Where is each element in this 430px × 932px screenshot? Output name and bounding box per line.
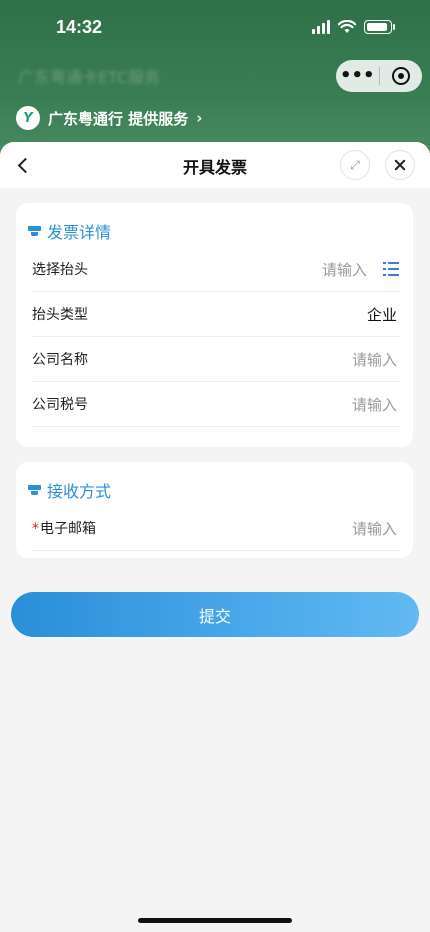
invoice-sheet: 开具发票 ⤢ 发票详情 选择抬头 请输入 抬头类型 企业 公司名称 请输入 公司… [0,142,430,932]
expand-button[interactable]: ⤢ [340,150,370,180]
tax-id-input[interactable]: 请输入 [352,394,401,415]
company-name-row[interactable]: 公司名称 请输入 [32,337,401,382]
sheet-header: 开具发票 ⤢ [0,142,430,188]
home-indicator [138,918,292,923]
invoice-icon [28,225,41,237]
provider-link[interactable]: Y 广东粤通行 提供服务 › [16,106,202,130]
cellular-signal-icon [312,20,330,34]
select-title-input[interactable]: 请输入 [322,259,371,280]
title-type-row[interactable]: 抬头类型 企业 [32,292,401,337]
row-label: *电子邮箱 [32,518,96,538]
close-mini-program-button[interactable] [379,67,422,85]
provider-logo: Y [16,106,40,130]
target-icon [391,67,410,85]
status-time: 14:32 [56,17,103,37]
row-label: 公司税号 [32,397,88,413]
wifi-icon [338,20,356,33]
background-app-title: 广东粤通卡ETC服务 [18,68,161,87]
row-label: 抬头类型 [32,307,88,323]
battery-icon [364,20,395,34]
chevron-right-icon: › [196,109,203,127]
status-icons [312,20,395,34]
close-button[interactable] [385,150,415,180]
select-title-row[interactable]: 选择抬头 请输入 [32,247,401,292]
tax-id-row[interactable]: 公司税号 请输入 [32,382,401,427]
row-label: 选择抬头 [32,262,88,278]
list-icon[interactable] [383,262,399,276]
email-row[interactable]: *电子邮箱 请输入 [32,506,401,551]
section-title: 发票详情 [47,223,112,242]
email-label: 电子邮箱 [40,521,96,537]
row-label: 公司名称 [32,352,88,368]
section-title: 接收方式 [47,482,112,501]
invoice-icon [28,484,41,496]
section-header: 接收方式 [16,474,413,506]
provider-label: 广东粤通行 提供服务 [48,109,189,128]
status-bar: 14:32 [0,0,430,58]
submit-button[interactable]: 提交 [11,592,419,637]
mini-program-capsule[interactable]: ••• [336,60,422,92]
section-header: 发票详情 [16,215,413,247]
company-name-input[interactable]: 请输入 [352,349,401,370]
receive-method-card: 接收方式 *电子邮箱 请输入 [16,462,413,558]
invoice-details-card: 发票详情 选择抬头 请输入 抬头类型 企业 公司名称 请输入 公司税号 请输入 [16,203,413,447]
title-type-value[interactable]: 企业 [367,304,401,325]
expand-icon: ⤢ [350,157,360,172]
required-mark: * [32,521,39,537]
more-icon[interactable]: ••• [336,60,379,92]
email-input[interactable]: 请输入 [352,518,401,539]
